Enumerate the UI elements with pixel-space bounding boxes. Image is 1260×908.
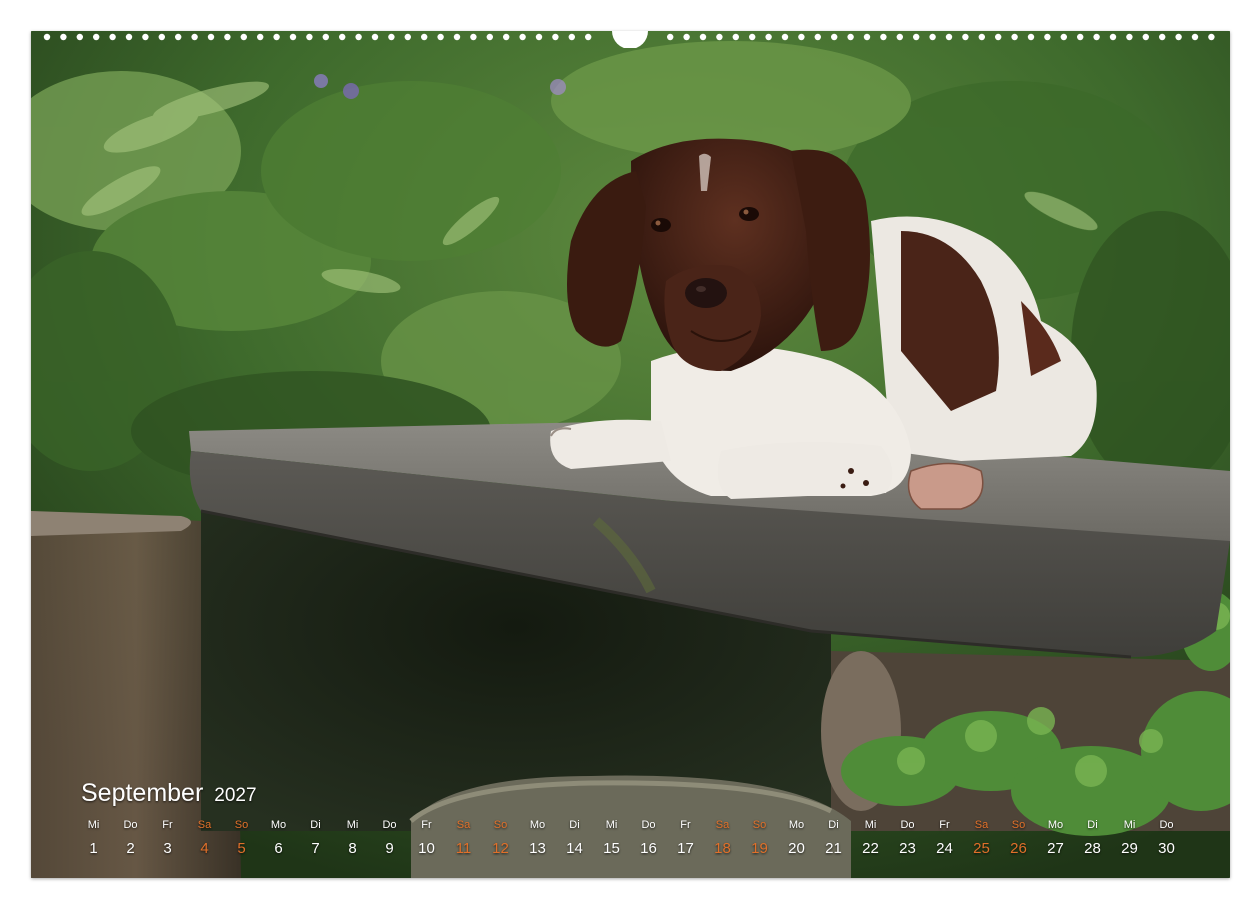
day-number: 8	[348, 840, 357, 857]
day-cell: Mi 15	[593, 818, 630, 859]
weekday-label: Sa	[715, 819, 730, 831]
dog-photo	[31, 31, 1230, 878]
weekday-label: Di	[1087, 819, 1098, 831]
day-number: 11	[455, 840, 472, 857]
day-cell: Fr 17	[667, 818, 704, 859]
weekday-label: Sa	[974, 819, 989, 831]
day-cell: So 5	[223, 818, 260, 859]
weekday-label: So	[1011, 819, 1026, 831]
day-cell: Fr 24	[926, 818, 963, 859]
weekday-label: Di	[828, 819, 839, 831]
day-number: 9	[385, 840, 394, 857]
day-number: 20	[788, 840, 805, 857]
day-cell: Mo 27	[1037, 818, 1074, 859]
day-cell: Sa 4	[186, 818, 223, 859]
day-cell: Di 21	[815, 818, 852, 859]
day-cell: Sa 25	[963, 818, 1000, 859]
weekday-label: Di	[569, 819, 580, 831]
weekday-label: Fr	[939, 819, 950, 831]
day-number: 4	[200, 840, 209, 857]
weekday-label: Do	[123, 819, 138, 831]
day-cell: Di 14	[556, 818, 593, 859]
day-cell: Mo 6	[260, 818, 297, 859]
day-cell: Mi 1	[75, 818, 112, 859]
weekday-label: Mi	[346, 819, 359, 831]
day-cell: So 26	[1000, 818, 1037, 859]
weekday-label: Mo	[529, 819, 546, 831]
day-cell: Do 2	[112, 818, 149, 859]
day-cell: So 19	[741, 818, 778, 859]
day-cell: Do 30	[1148, 818, 1185, 859]
weekday-label: So	[752, 819, 767, 831]
weekday-label: Fr	[680, 819, 691, 831]
weekday-label: Mi	[1123, 819, 1136, 831]
day-cell: Di 7	[297, 818, 334, 859]
day-number: 2	[126, 840, 135, 857]
weekday-label: Mi	[605, 819, 618, 831]
day-number: 19	[751, 840, 768, 857]
day-number: 10	[418, 840, 435, 857]
day-number: 14	[566, 840, 583, 857]
day-cell: Sa 18	[704, 818, 741, 859]
weekday-label: Mi	[864, 819, 877, 831]
day-cell: Mo 20	[778, 818, 815, 859]
day-cell: Do 16	[630, 818, 667, 859]
weekday-label: Sa	[456, 819, 471, 831]
day-number: 15	[603, 840, 620, 857]
weekday-label: Mo	[270, 819, 287, 831]
day-cell: Mi 8	[334, 818, 371, 859]
day-cell: Sa 11	[445, 818, 482, 859]
day-number: 17	[677, 840, 694, 857]
day-number: 5	[237, 840, 246, 857]
day-number: 18	[714, 840, 731, 857]
weekday-label: Di	[310, 819, 321, 831]
weekday-label: Mo	[1047, 819, 1064, 831]
day-number: 29	[1121, 840, 1138, 857]
day-cell: So 12	[482, 818, 519, 859]
day-number: 24	[936, 840, 953, 857]
day-cell: Do 9	[371, 818, 408, 859]
day-number: 30	[1158, 840, 1175, 857]
day-number: 16	[640, 840, 657, 857]
day-number: 22	[862, 840, 879, 857]
day-cell: Mi 29	[1111, 818, 1148, 859]
day-number: 1	[89, 840, 98, 857]
day-number: 21	[825, 840, 842, 857]
weekday-label: Do	[382, 819, 397, 831]
day-cell: Mo 13	[519, 818, 556, 859]
month-title: September 2027	[81, 778, 257, 811]
day-number: 28	[1084, 840, 1101, 857]
day-number: 26	[1010, 840, 1027, 857]
weekday-label: So	[493, 819, 508, 831]
weekday-label: Do	[641, 819, 656, 831]
month-name: September	[81, 779, 204, 807]
day-number: 6	[274, 840, 283, 857]
year-label: 2027	[214, 785, 257, 806]
weekday-label: Mi	[87, 819, 100, 831]
day-number: 3	[163, 840, 172, 857]
weekday-label: Do	[1159, 819, 1174, 831]
calendar-page	[31, 31, 1230, 878]
weekday-label: Mo	[788, 819, 805, 831]
day-cell: Do 23	[889, 818, 926, 859]
day-cell: Fr 3	[149, 818, 186, 859]
day-cell: Fr 10	[408, 818, 445, 859]
weekday-label: Fr	[421, 819, 432, 831]
day-cell: Mi 22	[852, 818, 889, 859]
day-number: 25	[973, 840, 990, 857]
day-number: 13	[529, 840, 546, 857]
day-number: 12	[492, 840, 509, 857]
weekday-label: Fr	[162, 819, 173, 831]
weekday-label: Do	[900, 819, 915, 831]
day-cell: Di 28	[1074, 818, 1111, 859]
day-number: 27	[1047, 840, 1064, 857]
weekday-label: Sa	[197, 819, 212, 831]
weekday-label: So	[234, 819, 249, 831]
day-number: 7	[311, 840, 320, 857]
day-number: 23	[899, 840, 916, 857]
